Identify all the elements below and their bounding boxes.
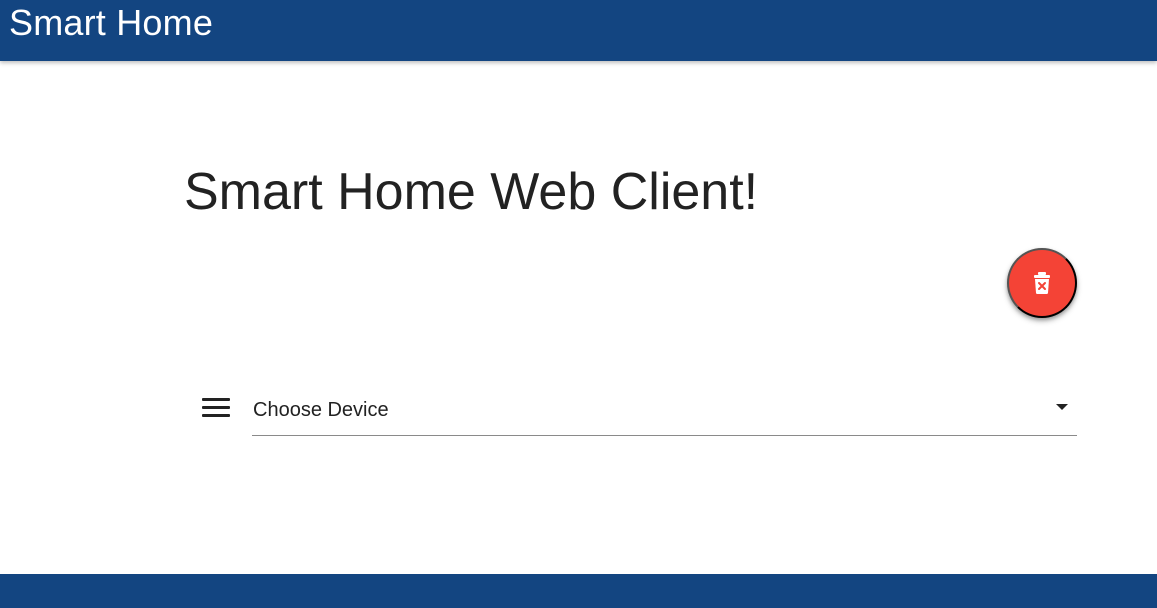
trash-x-icon [1034, 272, 1050, 294]
smart-home-app: Smart Home Smart Home Web Client! Choose… [0, 0, 1157, 608]
top-app-bar: Smart Home [0, 0, 1157, 61]
menu-icon-line [202, 414, 230, 417]
menu-icon[interactable] [202, 396, 230, 418]
app-title: Smart Home [9, 2, 214, 43]
bottom-bar [0, 574, 1157, 608]
choose-device-select[interactable]: Choose Device [252, 388, 1077, 436]
choose-device-value: Choose Device [253, 399, 389, 421]
menu-icon-line [202, 406, 230, 409]
page-heading: Smart Home Web Client! [184, 162, 759, 221]
delete-button[interactable] [1007, 248, 1077, 318]
chevron-down-icon [1056, 404, 1068, 410]
menu-icon-line [202, 398, 230, 401]
